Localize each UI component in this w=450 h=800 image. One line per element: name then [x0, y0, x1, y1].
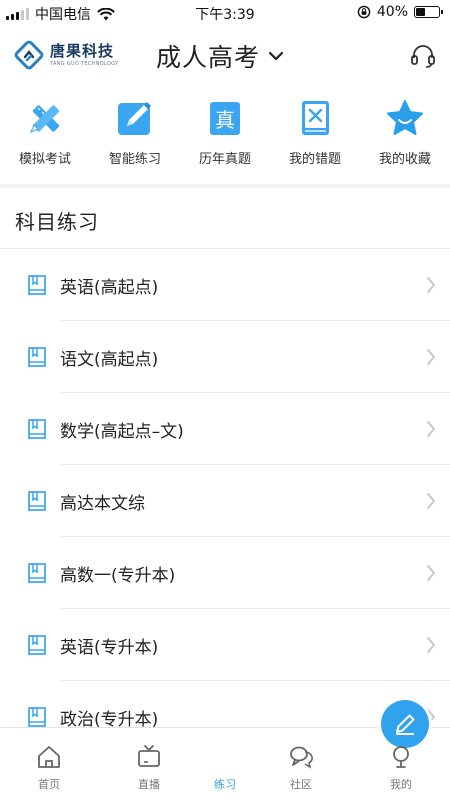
book-icon — [28, 491, 46, 511]
section-separator — [0, 184, 450, 188]
status-bar: 中国电信 下午3:39 40% — [0, 0, 450, 26]
subject-item[interactable]: 英语(高起点) — [0, 249, 450, 321]
bottom-tab-bar: 首页 直播 练习 社区 我的 — [0, 700, 450, 800]
tab-label: 练习 — [214, 778, 236, 791]
page-title: 成人高考 — [156, 43, 261, 72]
book-icon — [28, 707, 46, 727]
tab-label: 社区 — [290, 778, 312, 791]
tab-label: 直播 — [138, 778, 160, 791]
quick-action-favorites[interactable]: 我的收藏 — [360, 98, 450, 180]
battery-icon — [414, 6, 443, 18]
tv-icon — [138, 745, 160, 767]
subject-item[interactable]: 英语(专升本) — [0, 609, 450, 681]
subject-name: 政治(专升本) — [60, 710, 159, 727]
subject-name: 语文(高起点) — [60, 350, 159, 370]
subject-list: 英语(高起点) 语文(高起点) 数学(高起点–文) 高达本文综 高数一(专升本)… — [0, 249, 450, 727]
edit-icon — [118, 102, 151, 135]
subject-item[interactable]: 数学(高起点–文) — [0, 393, 450, 465]
logo-mark-icon — [14, 40, 44, 70]
tab-home[interactable]: 首页 — [4, 728, 94, 800]
pencil-ruler-icon — [30, 105, 60, 133]
status-right: 40% — [357, 4, 443, 20]
profile-icon — [393, 746, 409, 768]
quick-actions: 模拟考试 智能练习 真 历年真题 我的错题 我的收藏 — [0, 98, 450, 180]
tab-label: 首页 — [38, 778, 60, 791]
chevron-right-icon — [427, 565, 435, 581]
chevron-down-icon — [268, 51, 284, 61]
svg-text:真: 真 — [215, 108, 235, 132]
star-icon — [387, 100, 423, 135]
book-icon — [28, 563, 46, 583]
quick-action-label: 模拟考试 — [18, 152, 71, 167]
chevron-right-icon — [427, 277, 435, 293]
quick-action-label: 智能练习 — [108, 152, 161, 167]
subject-name: 数学(高起点–文) — [60, 422, 184, 442]
exam-type-selector[interactable]: 成人高考 — [156, 38, 284, 74]
wrong-book-icon — [302, 101, 329, 135]
header: 唐果科技 TANG GUO TECHNOLOGY 成人高考 — [0, 26, 450, 86]
chat-icon — [290, 746, 313, 769]
section-title: 科目练习 — [15, 210, 99, 234]
tab-label: 我的 — [390, 778, 412, 791]
quick-action-label: 我的收藏 — [378, 152, 431, 167]
brand-logo: 唐果科技 TANG GUO TECHNOLOGY — [14, 40, 118, 70]
real-exam-icon: 真 — [210, 102, 240, 135]
quick-action-label: 历年真题 — [198, 152, 251, 167]
subject-item[interactable]: 语文(高起点) — [0, 321, 450, 393]
headset-icon[interactable] — [410, 44, 436, 68]
quick-action-mock-exam[interactable]: 模拟考试 — [0, 98, 90, 180]
rotation-lock-icon — [357, 5, 371, 19]
book-icon — [28, 347, 46, 367]
tab-community[interactable]: 社区 — [256, 728, 346, 800]
home-icon — [38, 746, 60, 768]
subject-item[interactable]: 高达本文综 — [0, 465, 450, 537]
quick-action-smart-practice[interactable]: 智能练习 — [90, 98, 180, 180]
battery-percent: 40% — [376, 4, 408, 20]
subject-name: 英语(专升本) — [60, 638, 159, 658]
quick-action-wrong-questions[interactable]: 我的错题 — [270, 98, 360, 180]
book-icon — [28, 275, 46, 295]
logo-chinese-text: 唐果科技 — [50, 41, 115, 60]
tab-profile[interactable]: 我的 — [356, 728, 446, 800]
logo-english-text: TANG GUO TECHNOLOGY — [50, 60, 119, 67]
chevron-right-icon — [427, 637, 435, 653]
subject-item[interactable]: 高数一(专升本) — [0, 537, 450, 609]
book-icon — [28, 635, 46, 655]
quick-action-label: 我的错题 — [288, 152, 341, 167]
subject-name: 高数一(专升本) — [60, 566, 176, 586]
chevron-right-icon — [427, 349, 435, 365]
quick-action-past-papers[interactable]: 真 历年真题 — [180, 98, 270, 180]
book-icon — [28, 419, 46, 439]
subject-name: 高达本文综 — [60, 494, 145, 514]
chevron-right-icon — [427, 421, 435, 437]
subject-name: 英语(高起点) — [60, 278, 159, 298]
chevron-right-icon — [427, 493, 435, 509]
